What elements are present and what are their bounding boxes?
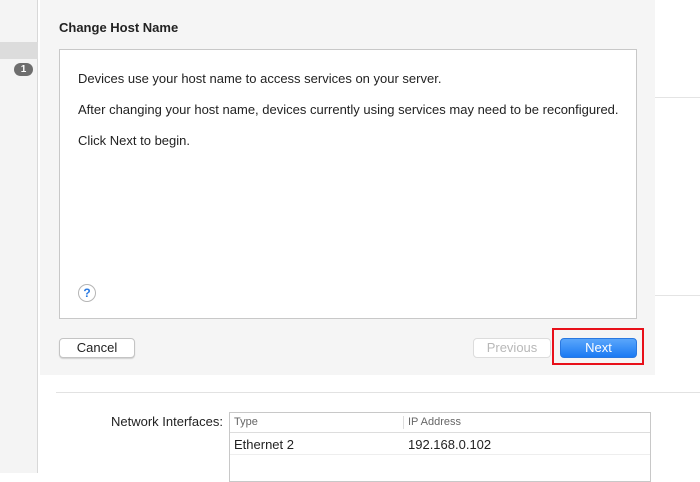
column-header-type[interactable]: Type <box>234 413 258 432</box>
divider <box>655 295 700 296</box>
column-header-ip[interactable]: IP Address <box>408 413 461 432</box>
description-line: Click Next to begin. <box>78 133 190 148</box>
table-header: Type IP Address <box>230 413 650 433</box>
content-box: Devices use your host name to access ser… <box>59 49 637 319</box>
cell-type: Ethernet 2 <box>234 437 294 452</box>
network-interfaces-table: Type IP Address Ethernet 2 192.168.0.102 <box>229 412 651 482</box>
description-line: Devices use your host name to access ser… <box>78 71 442 86</box>
cell-ip: 192.168.0.102 <box>408 437 492 452</box>
change-host-name-sheet: Change Host Name Devices use your host n… <box>40 0 655 375</box>
network-interfaces-label: Network Interfaces: <box>111 414 223 429</box>
next-button-highlight <box>552 328 644 365</box>
sheet-title: Change Host Name <box>59 20 179 35</box>
count-badge: 1 <box>14 63 33 76</box>
cancel-button[interactable]: Cancel <box>59 338 135 358</box>
previous-button[interactable]: Previous <box>473 338 551 358</box>
divider <box>56 392 700 393</box>
help-icon[interactable]: ? <box>78 284 96 302</box>
sidebar-selected-item[interactable] <box>0 42 38 59</box>
description-line: After changing your host name, devices c… <box>78 102 619 117</box>
column-divider <box>403 416 404 429</box>
divider <box>655 97 700 98</box>
sidebar: 1 <box>0 0 38 473</box>
